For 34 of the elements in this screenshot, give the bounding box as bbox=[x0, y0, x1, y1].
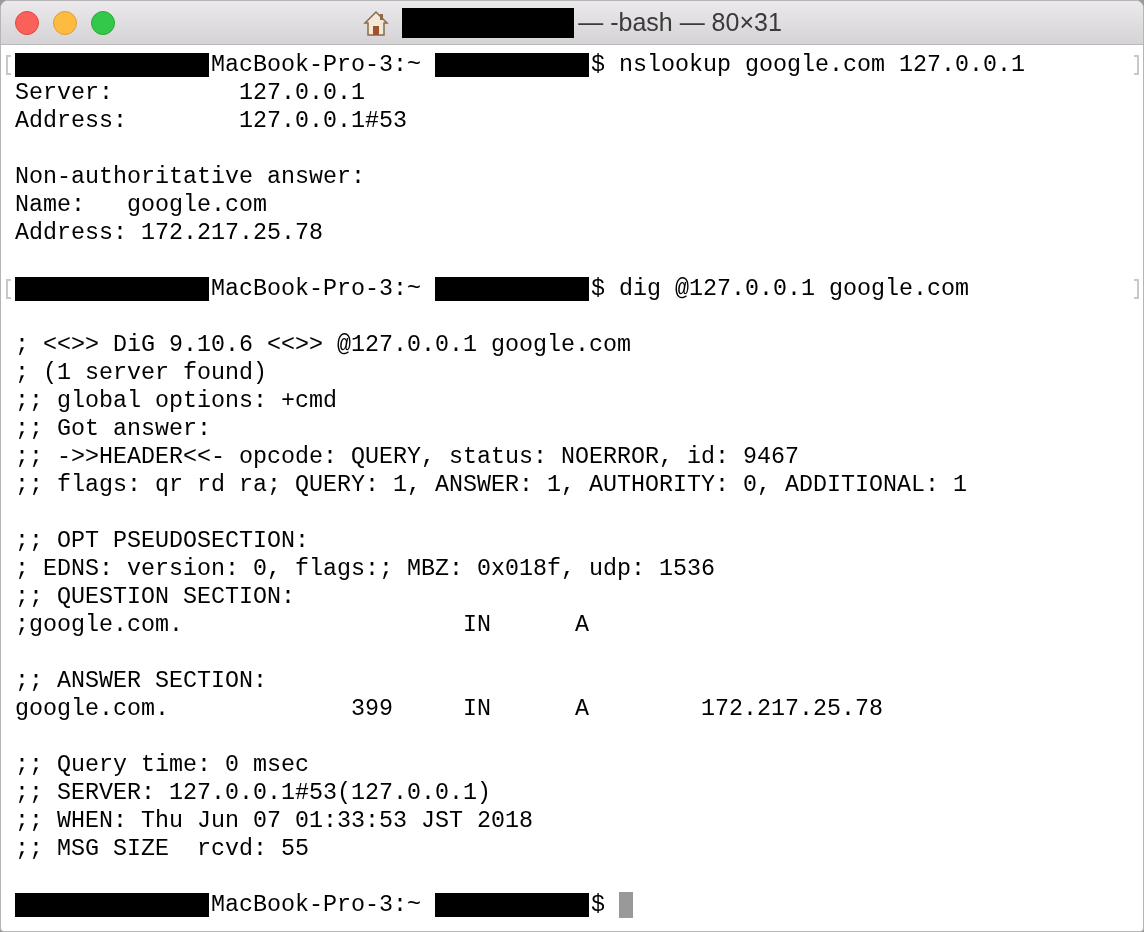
output-line: ;; flags: qr rd ra; QUERY: 1, ANSWER: 1, AUTHORITY: 0, ADDITIONAL: 1 bbox=[15, 471, 967, 499]
prompt-host: MacBook-Pro-3:~ bbox=[211, 891, 421, 919]
command-text: $ nslookup google.com 127.0.0.1 bbox=[591, 51, 1025, 79]
output-line: ;; Query time: 0 msec bbox=[15, 751, 309, 779]
prompt-host: MacBook-Pro-3:~ bbox=[211, 51, 421, 79]
output-line: ; (1 server found) bbox=[15, 359, 267, 387]
output-line: google.com. 399 IN A 172.217.25.78 bbox=[15, 695, 883, 723]
output-line: ;; Got answer: bbox=[15, 415, 211, 443]
close-button[interactable] bbox=[15, 10, 39, 35]
output-line: ;; OPT PSEUDOSECTION: bbox=[15, 527, 309, 555]
output-line: Address: 172.217.25.78 bbox=[15, 219, 323, 247]
window-title: — -bash — 80×31 bbox=[578, 8, 782, 37]
home-icon bbox=[362, 8, 391, 37]
output-line: Server: 127.0.0.1 bbox=[15, 79, 365, 107]
output-line: ;; QUESTION SECTION: bbox=[15, 583, 295, 611]
output-line: ;google.com. IN A bbox=[15, 611, 589, 639]
output-line: ; <<>> DiG 9.10.6 <<>> @127.0.0.1 google.com bbox=[15, 331, 631, 359]
output-line: ; EDNS: version: 0, flags:; MBZ: 0x018f, udp: 1536 bbox=[15, 555, 715, 583]
mark-bracket bbox=[1134, 55, 1139, 75]
output-line: Non-authoritative answer: bbox=[15, 163, 365, 191]
output-line: Address: 127.0.0.1#53 bbox=[15, 107, 407, 135]
output-line: ;; global options: +cmd bbox=[15, 387, 337, 415]
prompt-host: MacBook-Pro-3:~ bbox=[211, 275, 421, 303]
output-line: ;; SERVER: 127.0.0.1#53(127.0.0.1) bbox=[15, 779, 491, 807]
output-line: ;; WHEN: Thu Jun 07 01:33:53 JST 2018 bbox=[15, 807, 533, 835]
zoom-button[interactable] bbox=[91, 10, 115, 35]
output-line: Name: google.com bbox=[15, 191, 267, 219]
output-line: ;; MSG SIZE rcvd: 55 bbox=[15, 835, 309, 863]
command-text: $ dig @127.0.0.1 google.com bbox=[591, 275, 969, 303]
command-text: $ bbox=[591, 891, 605, 919]
minimize-button[interactable] bbox=[53, 10, 77, 35]
output-line: ;; ANSWER SECTION: bbox=[15, 667, 267, 695]
mark-bracket bbox=[1134, 279, 1139, 299]
output-line: ;; ->>HEADER<<- opcode: QUERY, status: NOERROR, id: 9467 bbox=[15, 443, 799, 471]
